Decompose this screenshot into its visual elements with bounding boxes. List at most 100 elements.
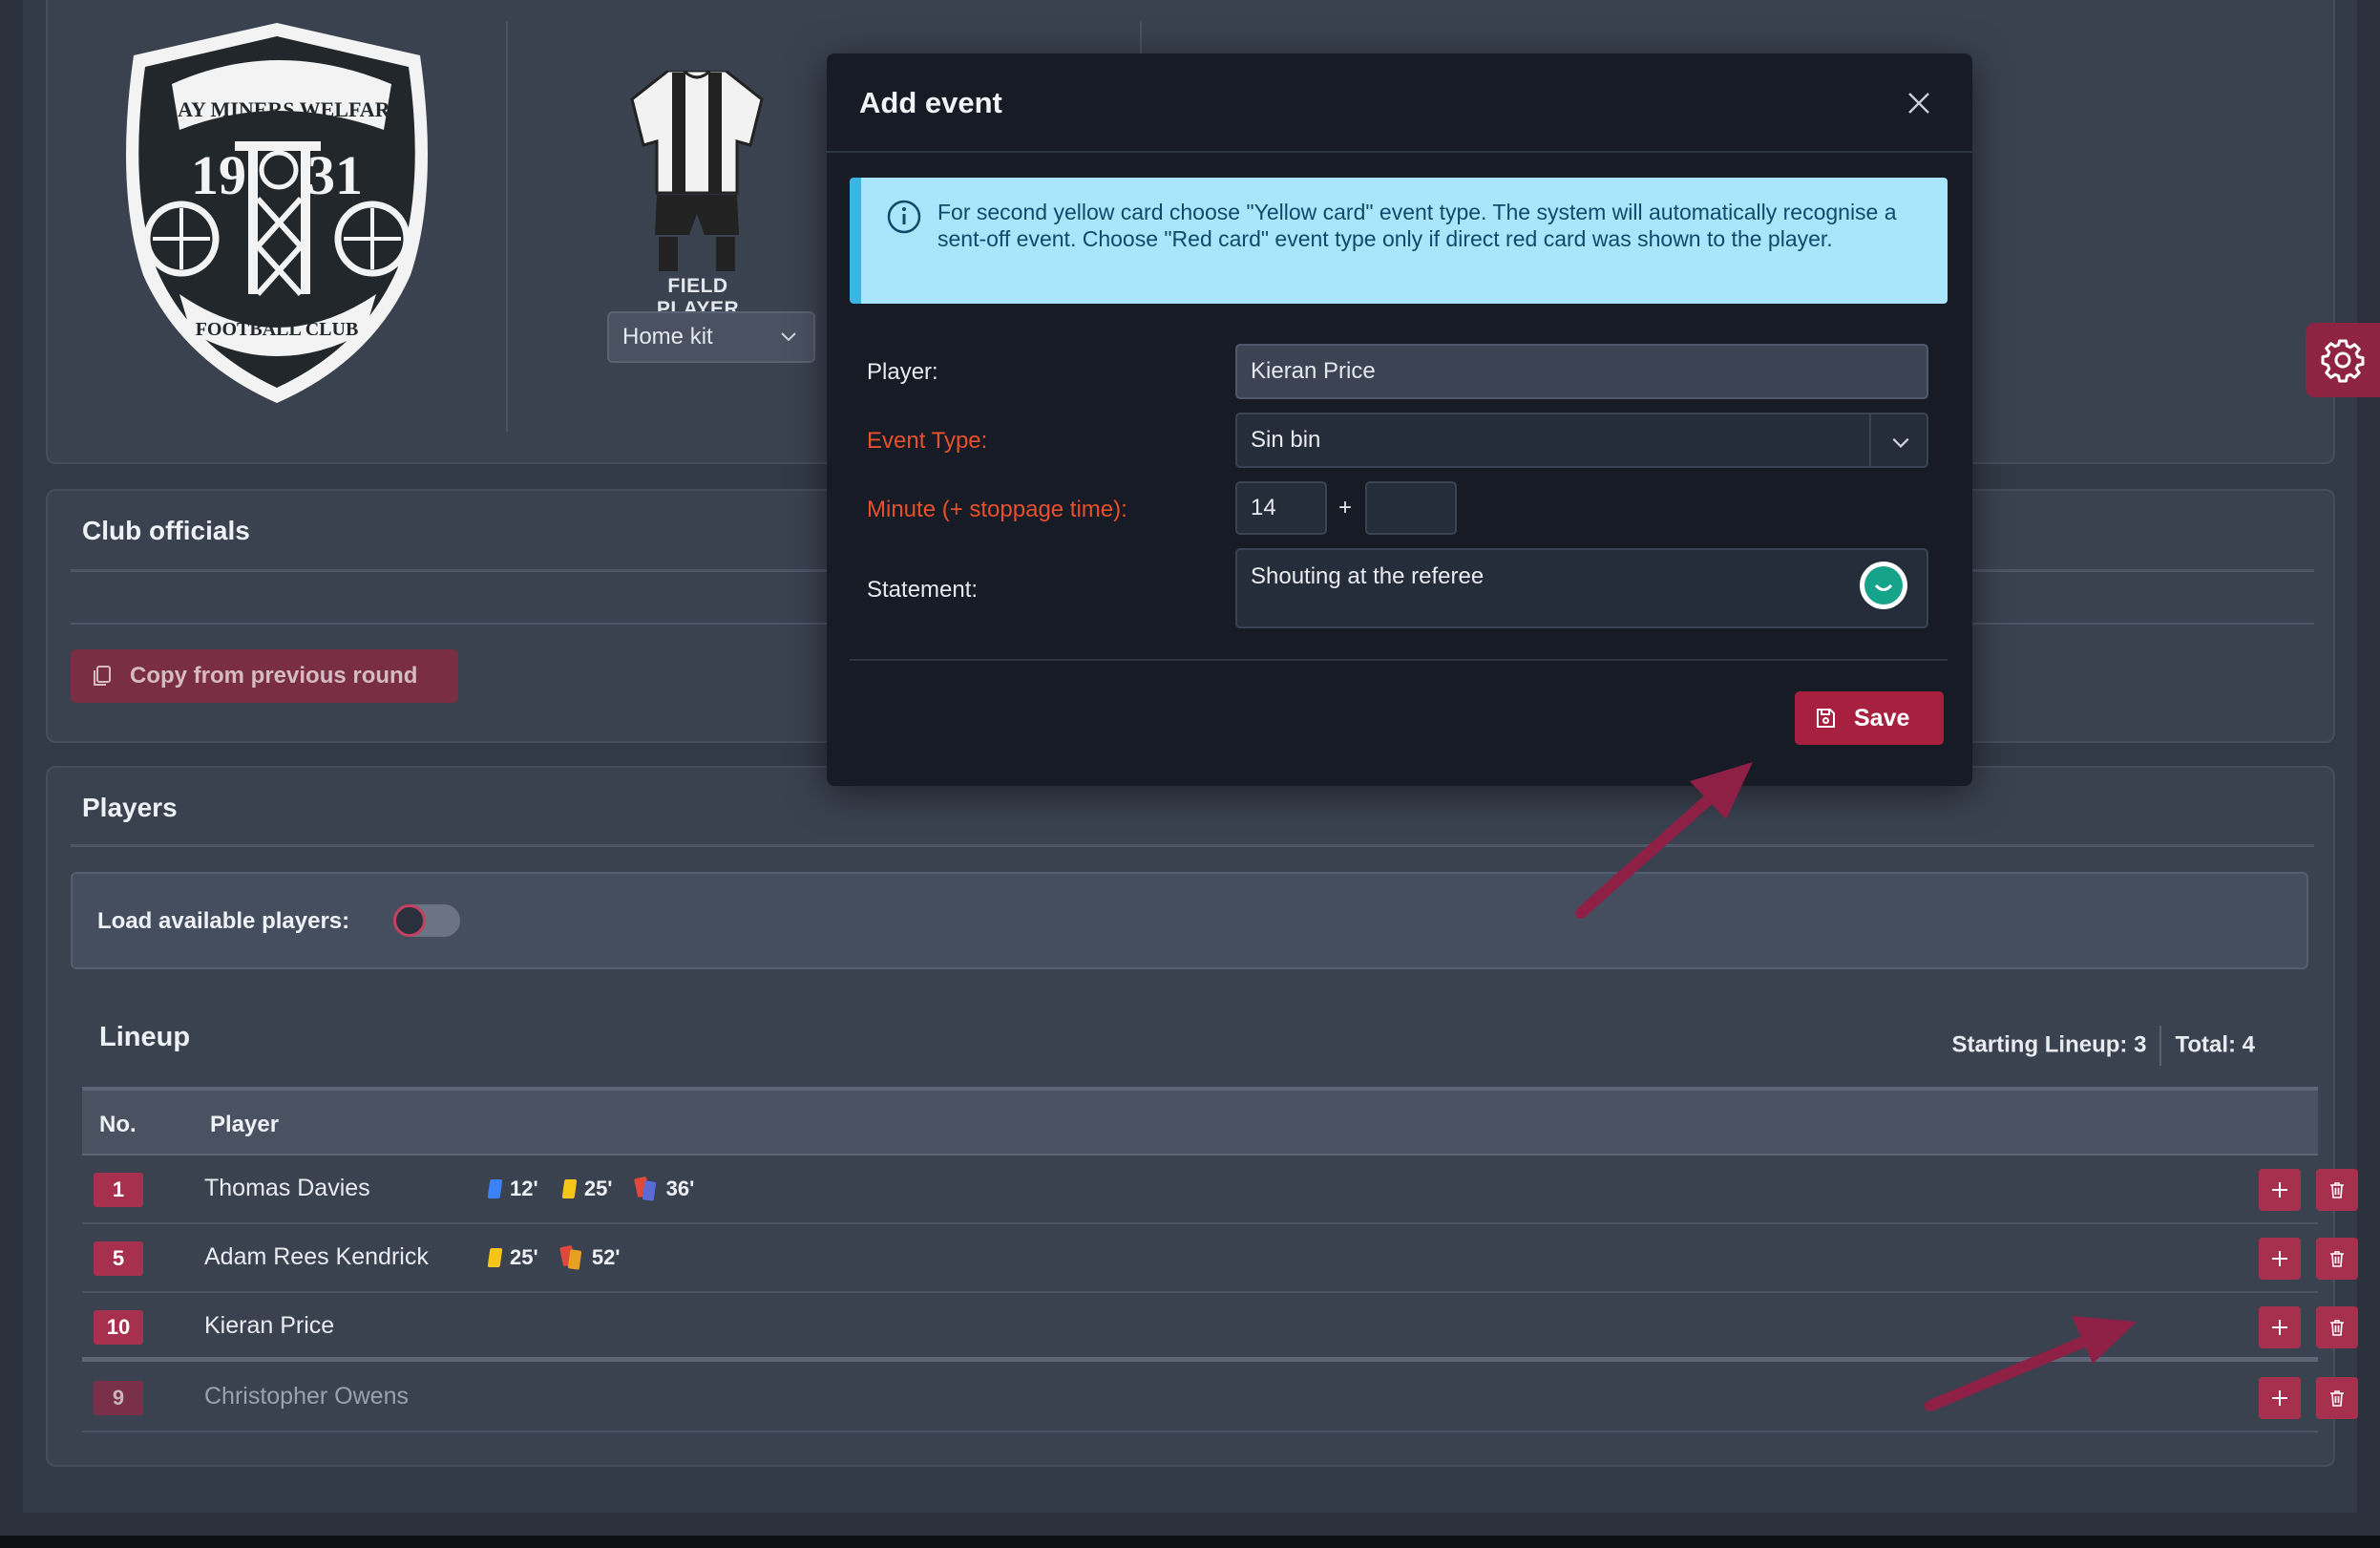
event-minute: 52' [591, 1245, 621, 1269]
player-name[interactable]: Christopher Owens [204, 1383, 409, 1410]
trash-icon [2330, 1182, 2344, 1198]
add-event-button[interactable] [2259, 1238, 2301, 1280]
player-name[interactable]: Adam Rees Kendrick [204, 1243, 429, 1271]
crest-year-left: 19 [191, 144, 246, 206]
table-row: 10 Kieran Price [82, 1293, 2358, 1362]
event-yellow-card: 25' [487, 1245, 538, 1270]
save-button[interactable]: Save [1795, 691, 1944, 745]
kit-select[interactable]: Home kit [607, 311, 815, 363]
event-yellow-card: 25' [561, 1177, 613, 1201]
table-row: 1 Thomas Davies 12' 25' 36' [82, 1156, 2358, 1224]
player-events: 12' 25' 36' [487, 1176, 711, 1201]
club-officials-title: Club officials [82, 516, 250, 545]
player-field-value: Kieran Price [1251, 358, 1376, 384]
plus-icon [2272, 1182, 2287, 1198]
stoppage-time-input[interactable] [1365, 481, 1457, 535]
lineup-stats: Starting Lineup: 3 Total: 4 [1951, 1026, 2255, 1066]
delete-player-button[interactable] [2316, 1306, 2358, 1348]
event-second-yellow-card: 36' [633, 1176, 695, 1201]
event-type-value: Sin bin [1251, 427, 1321, 453]
info-alert-text: For second yellow card choose "Yellow ca… [937, 200, 1897, 251]
player-number: 5 [94, 1241, 143, 1276]
crest-bottom-text: FOOTBALL CLUB [196, 319, 359, 340]
player-label: Player: [867, 359, 938, 385]
player-name[interactable]: Thomas Davies [204, 1175, 370, 1202]
trash-icon [2330, 1251, 2344, 1267]
settings-button[interactable] [2306, 323, 2380, 397]
delete-player-button[interactable] [2316, 1169, 2358, 1211]
event-minute: 36' [665, 1177, 695, 1200]
player-number: 9 [94, 1381, 143, 1415]
load-available-players-box: Load available players: [71, 872, 2308, 969]
player-number: 10 [94, 1310, 143, 1345]
delete-player-button[interactable] [2316, 1238, 2358, 1280]
minute-label: Minute (+ stoppage time): [867, 497, 1127, 522]
event-type-select[interactable]: Sin bin [1235, 413, 1928, 468]
lineup-title: Lineup [99, 1022, 191, 1052]
column-header-player: Player [210, 1112, 280, 1137]
column-header-no: No. [99, 1112, 137, 1137]
second-yellow-card-icon [558, 1244, 584, 1270]
modal-header: Add event [827, 53, 1972, 153]
select-separator [1869, 414, 1871, 466]
table-row: 5 Adam Rees Kendrick 25' 52' [82, 1224, 2358, 1293]
yellow-card-icon [561, 1177, 578, 1200]
copy-icon [94, 666, 111, 686]
chevron-down-icon [781, 332, 796, 342]
players-title: Players [82, 793, 178, 822]
yellow-card-icon [487, 1246, 503, 1269]
table-row-substitute: 9 Christopher Owens [82, 1364, 2358, 1432]
plus-icon [2272, 1320, 2287, 1335]
total-count: Total: 4 [2175, 1031, 2255, 1058]
trash-icon [2330, 1320, 2344, 1336]
gear-icon [2321, 339, 2365, 383]
toggle-knob [393, 904, 426, 937]
statement-value: Shouting at the referee [1251, 563, 1485, 589]
field-player-kit-icon [630, 71, 764, 271]
bottom-bar [0, 1536, 2380, 1548]
grammar-icon[interactable] [1858, 560, 1909, 611]
player-field[interactable]: Kieran Price [1235, 344, 1928, 399]
statement-textarea[interactable]: Shouting at the referee [1235, 548, 1928, 628]
event-minute: 25' [583, 1177, 613, 1200]
player-name[interactable]: Kieran Price [204, 1312, 334, 1340]
load-available-players-label: Load available players: [97, 908, 350, 934]
copy-button-label: Copy from previous round [130, 663, 418, 689]
info-alert: For second yellow card choose "Yellow ca… [850, 178, 1948, 304]
player-events: 25' 52' [487, 1244, 638, 1270]
copy-from-previous-round-button[interactable]: Copy from previous round [71, 649, 458, 703]
event-minute: 12' [510, 1177, 538, 1200]
event-minute: 25' [510, 1245, 538, 1269]
plus-icon [2272, 1390, 2287, 1406]
add-event-button[interactable] [2259, 1377, 2301, 1419]
player-number: 1 [94, 1173, 143, 1207]
save-button-label: Save [1854, 705, 1910, 732]
crest-year-right: 31 [307, 144, 363, 206]
lineup-table-header: No. Player [82, 1087, 2318, 1156]
blue-card-icon [487, 1177, 503, 1200]
close-icon[interactable] [1906, 90, 1932, 117]
statement-label: Statement: [867, 577, 979, 603]
save-icon [1817, 709, 1835, 728]
kit-divider [506, 21, 508, 432]
chevron-down-icon [1892, 437, 1909, 448]
trash-icon [2330, 1390, 2344, 1407]
info-icon [887, 200, 921, 234]
load-available-players-toggle[interactable] [393, 904, 460, 937]
add-event-button[interactable] [2259, 1169, 2301, 1211]
event-second-yellow-card: 52' [558, 1244, 621, 1270]
minute-input[interactable]: 14 [1235, 481, 1327, 535]
players-divider [71, 844, 2314, 847]
crest-top-text: LLAY MINERS WELFARE [150, 97, 405, 121]
delete-player-button[interactable] [2316, 1377, 2358, 1419]
second-yellow-card-icon [633, 1176, 659, 1201]
event-blue-card: 12' [487, 1177, 538, 1201]
kit-select-value: Home kit [622, 324, 713, 350]
add-event-button[interactable] [2259, 1306, 2301, 1348]
modal-footer-divider [850, 659, 1948, 661]
plus-icon [2272, 1251, 2287, 1266]
plus-sign: + [1338, 495, 1353, 520]
club-crest-logo: LLAY MINERS WELFARE FOOTBALL CLUB 19 31 [126, 23, 428, 403]
event-type-label: Event Type: [867, 428, 988, 454]
add-event-modal: Add event For second yellow card choose … [827, 53, 1972, 786]
